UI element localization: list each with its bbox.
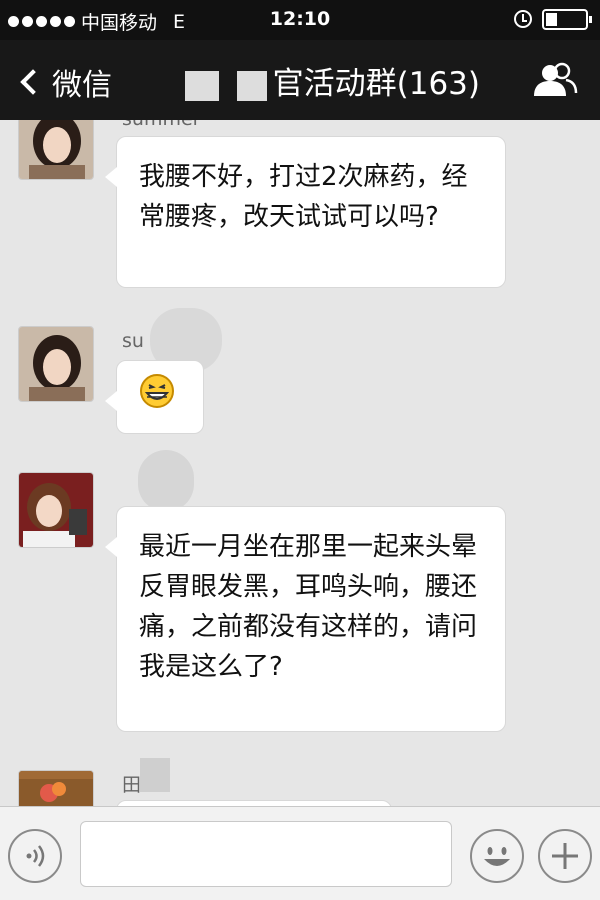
avatar[interactable] <box>18 120 94 180</box>
avatar[interactable] <box>18 472 94 548</box>
status-time: 12:10 <box>269 8 331 30</box>
chat-area[interactable]: summer 我腰不好，打过2次麻药，经常腰疼，改天试试可以吗? su <box>0 120 600 806</box>
voice-input-button[interactable] <box>8 829 62 883</box>
mosaic-blur <box>138 450 194 512</box>
status-bar: 中国移动 E 12:10 <box>0 0 600 40</box>
group-members-icon[interactable] <box>530 62 578 98</box>
emoji-button[interactable] <box>470 829 524 883</box>
input-bar <box>0 806 600 900</box>
message-text: 我腰不好，打过2次麻药，经常腰疼，改天试试可以吗? <box>139 162 468 232</box>
message-input[interactable] <box>80 821 452 887</box>
alarm-icon <box>514 10 532 28</box>
voice-icon <box>26 845 45 867</box>
message-text: 最近一月坐在那里一起来头晕反胃眼发黑，耳鸣头响，腰还痛，之前都没有这样的，请问我… <box>139 532 478 682</box>
more-options-button[interactable] <box>538 829 592 883</box>
message-bubble[interactable]: 我腰不好，打过2次麻药，经常腰疼，改天试试可以吗? <box>105 136 506 288</box>
avatar[interactable] <box>18 770 94 806</box>
chat-title: 官活动群(163) <box>160 58 480 103</box>
nav-bar: 微信 官活动群(163) <box>0 40 600 120</box>
sender-name: su <box>122 330 144 352</box>
mosaic-blur <box>140 758 170 792</box>
message-bubble[interactable]: 最近一月坐在那里一起来头晕反胃眼发黑，耳鸣头响，腰还痛，之前都没有这样的，请问我… <box>105 506 506 732</box>
emoji-bubble[interactable] <box>105 360 204 434</box>
back-button[interactable]: 微信 <box>16 60 112 104</box>
plus-icon <box>552 843 578 869</box>
battery-icon <box>542 9 592 30</box>
grinning-emoji-icon <box>140 374 174 408</box>
back-chevron-icon <box>20 69 46 95</box>
back-label: 微信 <box>52 68 112 103</box>
smiley-icon <box>484 847 510 866</box>
mosaic-blur <box>236 70 267 101</box>
avatar[interactable] <box>18 326 94 402</box>
sender-name: 田 <box>122 774 142 796</box>
chat-title-text: 官活动群(163) <box>272 66 480 102</box>
mosaic-blur <box>184 70 219 101</box>
sender-name: summer <box>122 120 200 130</box>
